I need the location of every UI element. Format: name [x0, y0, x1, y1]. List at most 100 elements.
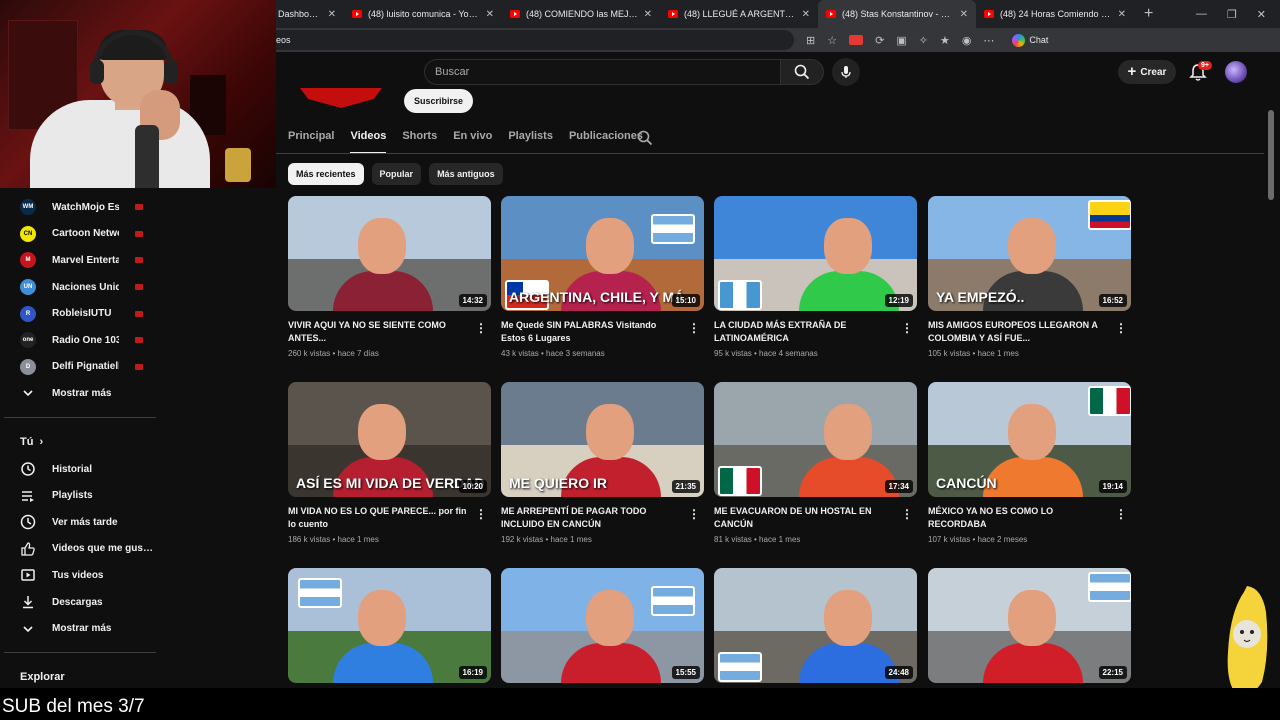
video-card[interactable]: ME QUIERO IR 21:35 ME ARREPENTÍ DE PAGAR T…	[501, 382, 704, 544]
video-thumbnail[interactable]: 12:19	[714, 196, 917, 311]
sidebar-subscription-item[interactable]: one Radio One 103.7 …	[0, 327, 157, 354]
search-button[interactable]	[780, 59, 824, 85]
more-options-icon[interactable]: ⋮	[1115, 507, 1127, 521]
sort-chip[interactable]: Popular	[371, 163, 422, 185]
maximize-icon[interactable]: ❐	[1227, 8, 1237, 21]
video-thumbnail[interactable]: 24:48	[714, 568, 917, 683]
more-options-icon[interactable]: ⋮	[901, 507, 913, 521]
refresh-extension-icon[interactable]: ⟳	[875, 34, 884, 47]
new-tab-icon[interactable]: +	[1134, 5, 1163, 23]
subscribe-button[interactable]: Suscribirse	[404, 89, 473, 113]
tab-publicaciones[interactable]: Publicaciones	[569, 122, 643, 154]
video-title[interactable]: MÉXICO YA NO ES COMO LO RECORDABA	[928, 505, 1108, 531]
browser-tab[interactable]: (48) LLEGUÉ A ARGENTINA… NAD… ✕	[660, 0, 818, 28]
sidebar-subscription-item[interactable]: WM WatchMojo Espa…	[0, 194, 157, 221]
page-scrollbar[interactable]	[1268, 110, 1274, 200]
video-title[interactable]: ME EVACUARON DE UN HOSTAL EN CANCÚN	[714, 505, 894, 531]
close-tab-icon[interactable]: ✕	[644, 9, 652, 20]
browser-tab[interactable]: Dashboard ✕	[270, 0, 344, 28]
close-tab-icon[interactable]: ✕	[328, 9, 336, 20]
bookmark-star-icon[interactable]: ☆	[827, 34, 837, 47]
video-thumbnail[interactable]: 22:15	[928, 568, 1131, 683]
video-thumbnail[interactable]: ARGENTINA, CHILE, Y MÁ 15:10	[501, 196, 704, 311]
sort-chip[interactable]: Más antiguos	[429, 163, 503, 185]
extensions-icon[interactable]: ✧	[919, 34, 928, 47]
browser-tab[interactable]: (48) Stas Konstantinov - YouTube ✕	[818, 0, 976, 28]
video-thumbnail[interactable]: 17:34	[714, 382, 917, 497]
favorites-icon[interactable]: ★	[940, 34, 950, 47]
video-card[interactable]: YA EMPEZÓ.. 16:52 MIS AMIGOS EUROPEOS LLEG…	[928, 196, 1131, 358]
video-card[interactable]: 12:19 LA CIUDAD MÁS EXTRAÑA DE LATINOAMÉR…	[714, 196, 917, 358]
profile-extension-icon[interactable]: ◉	[962, 34, 972, 47]
video-thumbnail[interactable]: 16:19	[288, 568, 491, 683]
close-tab-icon[interactable]: ✕	[486, 9, 494, 20]
channel-search-icon[interactable]	[637, 130, 653, 146]
search-input[interactable]: Buscar	[424, 59, 782, 85]
adblock-extension-icon[interactable]	[849, 35, 864, 45]
copilot-chat-button[interactable]: Chat	[1012, 33, 1048, 47]
more-menu-icon[interactable]: ⋯	[983, 34, 994, 47]
browser-tab[interactable]: (48) 24 Horas Comiendo en el Me… ✕	[976, 0, 1134, 28]
split-screen-icon[interactable]: ▣	[896, 34, 906, 47]
video-card[interactable]: 15:55	[501, 568, 704, 683]
video-card[interactable]: 24:48	[714, 568, 917, 683]
video-title[interactable]: ME ARREPENTÍ DE PAGAR TODO INCLUIDO EN C…	[501, 505, 681, 531]
sort-chip[interactable]: Más recientes	[288, 163, 364, 185]
video-card[interactable]: 14:32 VIVIR AQUI YA NO SE SIENTE COMO ANT…	[288, 196, 491, 358]
sidebar-subscription-item[interactable]: D Delfi Pignatiello	[0, 354, 157, 381]
close-tab-icon[interactable]: ✕	[960, 9, 968, 20]
install-app-icon[interactable]: ⊞	[806, 34, 815, 47]
video-title[interactable]: Me Quedé SIN PALABRAS Visitando Estos 6 …	[501, 319, 681, 345]
sidebar-subscription-item[interactable]: UN Naciones Unidas	[0, 274, 157, 301]
video-thumbnail[interactable]: 15:55	[501, 568, 704, 683]
video-thumbnail[interactable]: YA EMPEZÓ.. 16:52	[928, 196, 1131, 311]
create-button[interactable]: + Crear	[1118, 60, 1176, 84]
more-options-icon[interactable]: ⋮	[475, 507, 487, 521]
video-title[interactable]: MIS AMIGOS EUROPEOS LLEGARON A COLOMBIA …	[928, 319, 1108, 345]
video-title[interactable]: VIVIR AQUI YA NO SE SIENTE COMO ANTES...	[288, 319, 468, 345]
sidebar-item-clock[interactable]: Ver más tarde	[0, 509, 157, 536]
voice-search-button[interactable]	[832, 58, 860, 86]
minimize-icon[interactable]: —	[1196, 8, 1207, 21]
more-options-icon[interactable]: ⋮	[688, 321, 700, 335]
video-thumbnail[interactable]: CANCÚN 19:14	[928, 382, 1131, 497]
tab-shorts[interactable]: Shorts	[402, 122, 437, 154]
browser-tab[interactable]: (48) luisito comunica - YouTube ✕	[344, 0, 502, 28]
more-options-icon[interactable]: ⋮	[475, 321, 487, 335]
video-thumbnail[interactable]: ME QUIERO IR 21:35	[501, 382, 704, 497]
sidebar-item-playlists[interactable]: Playlists	[0, 482, 157, 509]
video-card[interactable]: 22:15	[928, 568, 1131, 683]
sidebar-subscription-item[interactable]: M Marvel Entertain…	[0, 247, 157, 274]
tab-playlists[interactable]: Playlists	[508, 122, 553, 154]
subscriptions-show-more[interactable]: Mostrar más	[0, 380, 157, 407]
tab-videos[interactable]: Videos	[350, 122, 387, 154]
video-thumbnail[interactable]: ASÍ ES MI VIDA DE VERDAD 10:20	[288, 382, 491, 497]
sidebar-item-video[interactable]: Tus videos	[0, 562, 157, 589]
video-card[interactable]: ASÍ ES MI VIDA DE VERDAD 10:20 MI VIDA NO …	[288, 382, 491, 544]
video-title[interactable]: MI VIDA NO ES LO QUE PARECE... por fin l…	[288, 505, 468, 531]
sidebar-subscription-item[interactable]: R RobleisIUTU	[0, 300, 157, 327]
close-window-icon[interactable]: ✕	[1257, 8, 1266, 21]
tab-principal[interactable]: Principal	[288, 122, 334, 154]
close-tab-icon[interactable]: ✕	[1118, 9, 1126, 20]
you-section-heading[interactable]: Tú ›	[0, 432, 157, 452]
video-card[interactable]: 16:19	[288, 568, 491, 683]
browser-tab[interactable]: (48) COMIENDO las MEJORES PIZ… ✕	[502, 0, 660, 28]
video-title[interactable]: LA CIUDAD MÁS EXTRAÑA DE LATINOAMÉRICA	[714, 319, 894, 345]
sidebar-item-download[interactable]: Descargas	[0, 589, 157, 616]
video-thumbnail[interactable]: 14:32	[288, 196, 491, 311]
you-show-more[interactable]: Mostrar más	[0, 615, 157, 642]
sidebar-item-thumbs-up[interactable]: Videos que me gus…	[0, 536, 157, 563]
sidebar-item-label: Ver más tarde	[52, 516, 118, 528]
close-tab-icon[interactable]: ✕	[802, 9, 810, 20]
more-options-icon[interactable]: ⋮	[1115, 321, 1127, 335]
more-options-icon[interactable]: ⋮	[688, 507, 700, 521]
more-options-icon[interactable]: ⋮	[901, 321, 913, 335]
account-avatar[interactable]	[1225, 61, 1247, 83]
tab-en-vivo[interactable]: En vivo	[453, 122, 492, 154]
video-card[interactable]: CANCÚN 19:14 MÉXICO YA NO ES COMO LO RECOR…	[928, 382, 1131, 544]
sidebar-item-history[interactable]: Historial	[0, 456, 157, 483]
video-card[interactable]: ARGENTINA, CHILE, Y MÁ 15:10 Me Quedé SIN …	[501, 196, 704, 358]
sidebar-subscription-item[interactable]: CN Cartoon Network…	[0, 221, 157, 248]
video-card[interactable]: 17:34 ME EVACUARON DE UN HOSTAL EN CANCÚN…	[714, 382, 917, 544]
